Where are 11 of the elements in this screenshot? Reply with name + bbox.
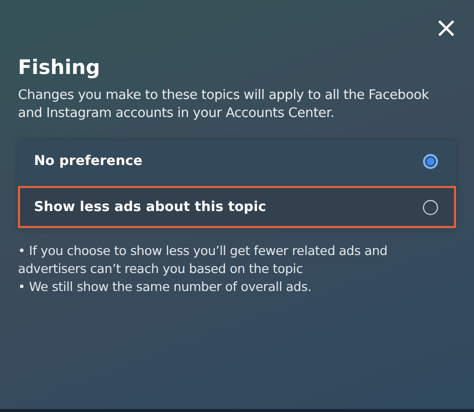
option-label: No preference — [34, 153, 142, 169]
option-label: Show less ads about this topic — [34, 199, 266, 215]
option-row[interactable]: Show less ads about this topic — [18, 186, 456, 228]
note-text: • If you choose to show less you’ll get fewer related ads and advertisers can’t reach you based on the topic — [18, 242, 388, 278]
radio-button[interactable] — [423, 154, 438, 168]
note-text: • We still show the same number of overall ads. — [18, 278, 312, 296]
description: Changes you make to these topics will apply to all the Facebook and Instagram accounts in your Accounts Center. — [18, 87, 430, 123]
dialog-title: Fishing — [18, 55, 102, 79]
radio-button[interactable] — [423, 200, 438, 214]
close-button[interactable]: × — [430, 10, 462, 46]
option-row[interactable]: No preference — [18, 140, 456, 182]
